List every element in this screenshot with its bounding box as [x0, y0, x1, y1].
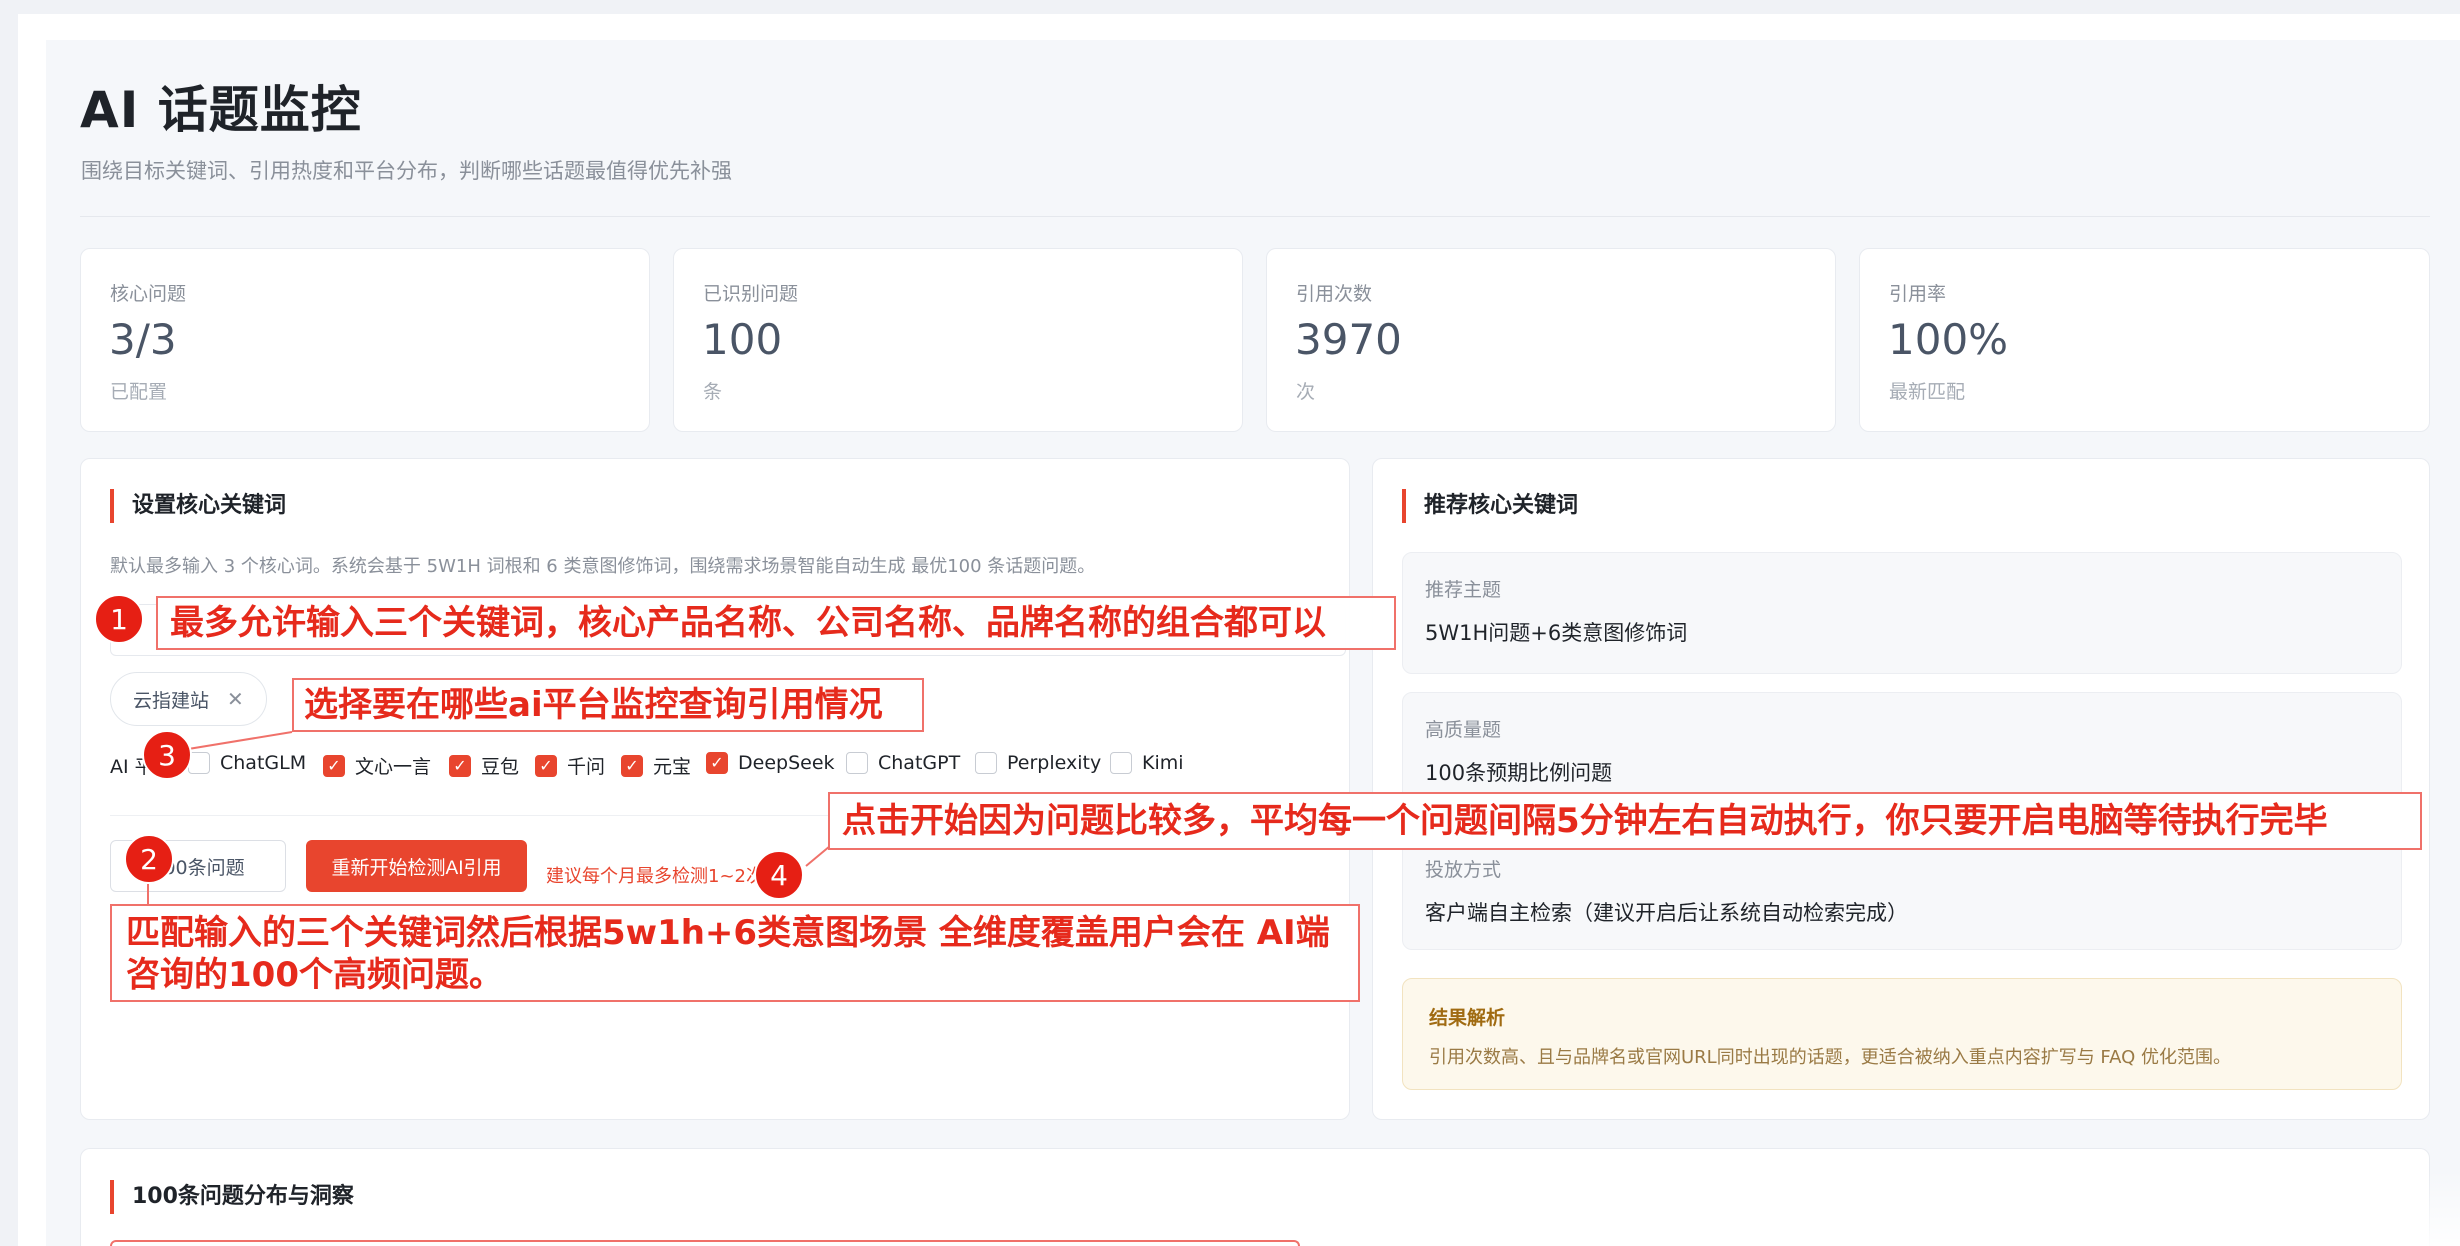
annotation-text: 点击开始因为问题比较多，平均每一个问题间隔5分钟左右自动执行，你只要开启电脑等待…: [842, 801, 2328, 841]
annotation-line: [805, 845, 831, 867]
bottom-fade: [1700, 1170, 2460, 1246]
annotation-4: 点击开始因为问题比较多，平均每一个问题间隔5分钟左右自动执行，你只要开启电脑等待…: [828, 792, 2422, 850]
annotation-3: 选择要在哪些ai平台监控查询引用情况: [292, 678, 924, 732]
annotation-badge-3: 3: [142, 730, 192, 780]
annotation-text: 选择要在哪些ai平台监控查询引用情况: [304, 685, 883, 725]
annotation-badge-4: 4: [754, 850, 804, 900]
annotation-text: 匹配输入的三个关键词然后根据5w1h+6类意图场景 全维度覆盖用户会在 AI端: [126, 913, 1330, 953]
annotation-1: 最多允许输入三个关键词，核心产品名称、公司名称、品牌名称的组合都可以: [156, 596, 1396, 650]
annotation-2: 匹配输入的三个关键词然后根据5w1h+6类意图场景 全维度覆盖用户会在 AI端 …: [110, 904, 1360, 1002]
annotation-text: 最多允许输入三个关键词，核心产品名称、公司名称、品牌名称的组合都可以: [170, 603, 1326, 643]
annotation-badge-2: 2: [124, 834, 174, 884]
annotation-badge-1: 1: [94, 594, 144, 644]
annotation-text: 咨询的100个高频问题。: [126, 955, 503, 995]
